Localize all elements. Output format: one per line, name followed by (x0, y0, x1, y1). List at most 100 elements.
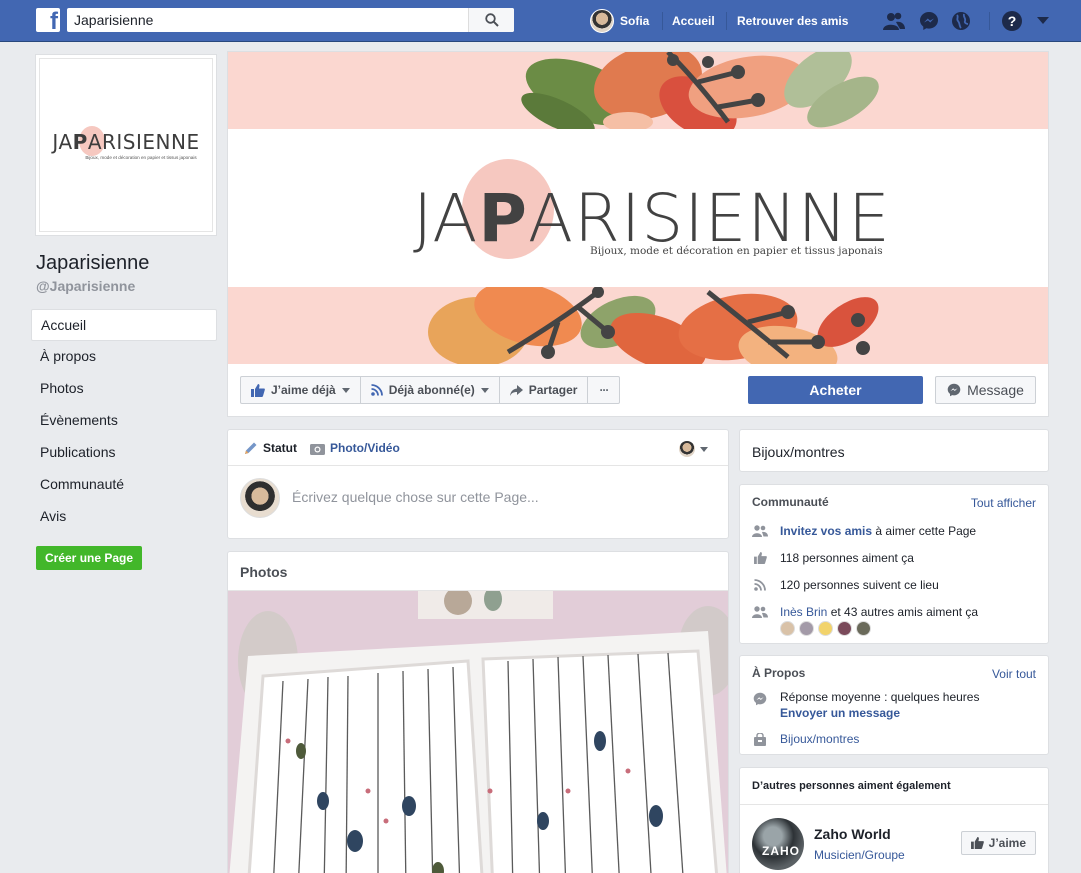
user-name: Sofia (620, 14, 650, 28)
camera-icon (310, 443, 325, 455)
likes-row: 118 personnes aiment ça (752, 550, 914, 566)
profile-logo-text-right: ARISIENNE (87, 130, 200, 154)
rss-icon (370, 384, 383, 396)
nav-divider (662, 12, 663, 30)
page-actions: J’aime déjà Déjà abonné(e) Partager ··· (240, 376, 621, 404)
suggested-page-thumbnail[interactable]: ZAHO (752, 818, 804, 870)
friends-like-text: et 43 autres amis aiment ça (827, 605, 979, 619)
see-all-link[interactable]: Tout afficher (971, 496, 1036, 510)
invite-friends-icon (752, 523, 768, 539)
create-page-button[interactable]: Créer une Page (36, 546, 143, 570)
top-bar: f Sofia Accueil Retrouver des amis ? (0, 0, 1081, 42)
friends-icon (752, 604, 768, 620)
community-title: Communauté (752, 495, 829, 509)
cover-photo[interactable]: JAPARISIENNE Bijoux, mode et décoration … (228, 52, 1048, 364)
friends-icon[interactable] (883, 10, 905, 32)
tab-status[interactable]: Statut (244, 441, 297, 455)
friend-avatar[interactable] (818, 621, 833, 636)
composer-tabs: Statut Photo/Vidéo (228, 430, 728, 466)
more-button[interactable]: ··· (587, 376, 621, 404)
jewelry-photo (228, 591, 728, 873)
liked-button[interactable]: J’aime déjà (240, 376, 361, 404)
friend-avatar[interactable] (780, 621, 795, 636)
send-message-link[interactable]: Envoyer un message (780, 706, 979, 720)
thumbnail-text: ZAHO (762, 844, 800, 858)
category-card: Bijoux/montres (739, 429, 1049, 472)
friend-avatar[interactable] (799, 621, 814, 636)
suggested-page-name[interactable]: Zaho World (814, 826, 891, 842)
nav-item-avis[interactable]: Avis (31, 501, 217, 533)
profile-picture[interactable]: JAPARISIENNE Bijoux, mode et décoration … (35, 54, 217, 236)
messenger-icon (947, 383, 961, 397)
post-composer: Statut Photo/Vidéo Écrivez quelque chose… (227, 429, 729, 539)
user-avatar (679, 441, 695, 457)
response-time: Réponse moyenne : quelques heures (780, 690, 980, 704)
rss-icon (752, 577, 768, 593)
profile-logo-tagline: Bijoux, mode et décoration en papier et … (85, 155, 197, 160)
tab-photo-video[interactable]: Photo/Vidéo (310, 441, 400, 455)
thumbs-up-icon (752, 550, 768, 566)
nav-item-photos[interactable]: Photos (31, 373, 217, 405)
invite-friends-link[interactable]: Invitez vos amis (780, 524, 872, 538)
following-button[interactable]: Déjà abonné(e) (359, 376, 500, 404)
svg-text:?: ? (1008, 13, 1017, 29)
caret-down-icon (700, 446, 708, 452)
suggested-page-type[interactable]: Musicien/Groupe (814, 848, 905, 862)
more-icon: ··· (599, 383, 609, 397)
photo-jewelry-display[interactable] (228, 591, 728, 873)
follows-count: 120 personnes suivent ce lieu (780, 578, 939, 592)
caret-down-icon[interactable] (1032, 10, 1054, 32)
friends-like-row: Inès Brin et 43 autres amis aiment ça (752, 604, 978, 620)
divider (740, 804, 1048, 805)
find-friends-link[interactable]: Retrouver des amis (737, 14, 848, 28)
nav-divider (726, 12, 727, 30)
message-button[interactable]: Message (935, 376, 1036, 404)
about-category-row: Bijoux/montres (752, 731, 859, 747)
nav-divider (989, 12, 990, 30)
search-input[interactable] (67, 8, 457, 32)
page-category[interactable]: Bijoux/montres (752, 444, 845, 460)
post-as-selector[interactable] (679, 441, 708, 457)
like-label: J’aime (988, 836, 1026, 850)
page-name[interactable]: Japarisienne (36, 252, 149, 275)
caret-down-icon (341, 387, 350, 393)
shop-icon (752, 731, 768, 747)
home-link[interactable]: Accueil (672, 14, 715, 28)
nav-item-communaute[interactable]: Communauté (31, 469, 217, 501)
composer-input[interactable]: Écrivez quelque chose sur cette Page... (292, 489, 539, 505)
friend-name-link[interactable]: Inès Brin (780, 605, 827, 619)
share-icon (509, 384, 523, 396)
help-icon[interactable]: ? (1001, 10, 1023, 32)
globe-icon[interactable] (950, 10, 972, 32)
nav-item-publications[interactable]: Publications (31, 437, 217, 469)
cover-logo-left: JA (413, 180, 479, 257)
see-all-about-link[interactable]: Voir tout (992, 667, 1036, 681)
nav-item-evenements[interactable]: Évènements (31, 405, 217, 437)
cover-logo-p: P (478, 180, 528, 257)
profile-logo-p: P (72, 130, 88, 154)
caret-down-icon (480, 387, 489, 393)
share-label: Partager (528, 383, 578, 397)
page-handle[interactable]: @Japarisienne (36, 278, 135, 294)
community-card: Communauté Tout afficher Invitez vos ami… (739, 484, 1049, 644)
also-like-card: D’autres personnes aiment également ZAHO… (739, 767, 1049, 873)
nav-item-accueil[interactable]: Accueil (31, 309, 217, 341)
friend-avatars (780, 621, 871, 636)
like-page-button[interactable]: J’aime (960, 831, 1036, 855)
buy-button[interactable]: Acheter (748, 376, 923, 404)
search-box (67, 8, 514, 32)
nav-item-a-propos[interactable]: À propos (31, 341, 217, 373)
photos-title[interactable]: Photos (228, 552, 728, 591)
cover-tagline: Bijoux, mode et décoration en papier et … (590, 245, 883, 257)
profile-logo-text-left: JA (52, 130, 73, 154)
messenger-icon[interactable] (918, 10, 940, 32)
following-label: Déjà abonné(e) (388, 383, 475, 397)
search-button[interactable] (468, 8, 514, 32)
about-category-link[interactable]: Bijoux/montres (780, 732, 859, 746)
share-button[interactable]: Partager (498, 376, 589, 404)
facebook-logo-icon[interactable]: f (36, 8, 60, 32)
friend-avatar[interactable] (837, 621, 852, 636)
friend-avatar[interactable] (856, 621, 871, 636)
profile-link[interactable]: Sofia (590, 8, 649, 34)
invite-friends-text: à aimer cette Page (872, 524, 977, 538)
